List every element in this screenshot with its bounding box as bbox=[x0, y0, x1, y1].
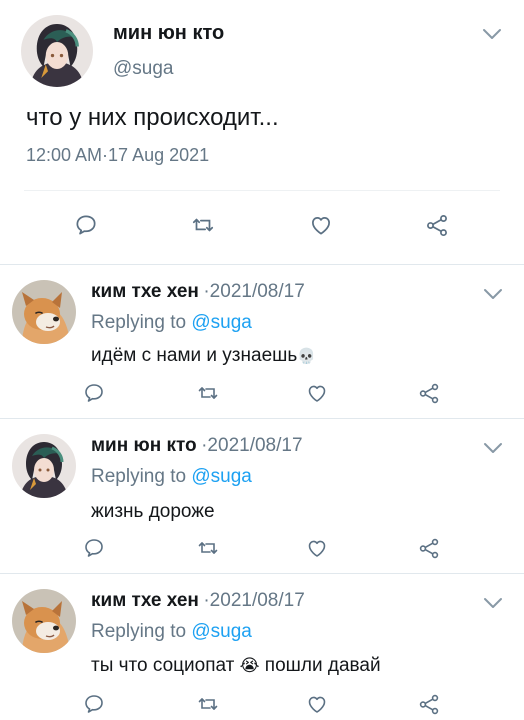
mention-link[interactable]: @suga bbox=[191, 621, 252, 642]
like-button[interactable] bbox=[308, 212, 334, 238]
author-name[interactable]: мин юн кто bbox=[113, 22, 224, 45]
reply-text: жизнь дороже bbox=[91, 501, 215, 522]
dog-avatar-icon bbox=[12, 280, 76, 344]
share-button[interactable] bbox=[417, 381, 443, 407]
reply-icon bbox=[82, 381, 106, 405]
tweet-text: что у них происходит... bbox=[26, 104, 279, 131]
retweet-button[interactable] bbox=[196, 692, 222, 718]
replying-label: Replying to bbox=[91, 466, 187, 487]
author-handle[interactable]: @suga bbox=[113, 58, 174, 80]
retweet-button[interactable] bbox=[196, 536, 222, 562]
share-icon bbox=[417, 381, 441, 405]
share-button[interactable] bbox=[417, 536, 443, 562]
reply-author-name[interactable]: мин юн кто bbox=[91, 435, 197, 456]
divider bbox=[0, 573, 524, 574]
share-icon bbox=[417, 536, 441, 560]
reply-text: идём с нами и узнаешь💀 bbox=[91, 345, 316, 367]
reply-icon bbox=[82, 692, 106, 716]
anime-character-avatar-icon bbox=[12, 434, 76, 498]
retweet-icon bbox=[190, 212, 216, 238]
avatar[interactable] bbox=[21, 15, 93, 87]
reply-body-end: пошли давай bbox=[264, 655, 381, 676]
retweet-button[interactable] bbox=[190, 212, 216, 238]
heart-icon bbox=[308, 212, 334, 238]
heart-icon bbox=[305, 536, 329, 560]
divider bbox=[0, 264, 524, 265]
reply-button[interactable] bbox=[82, 692, 108, 718]
avatar[interactable] bbox=[12, 589, 76, 653]
skull-emoji: 💀 bbox=[297, 348, 316, 365]
reply-date[interactable]: ·2021/08/17 bbox=[203, 590, 304, 611]
avatar[interactable] bbox=[12, 434, 76, 498]
replying-to: Replying to @suga bbox=[91, 466, 252, 488]
retweet-icon bbox=[196, 381, 220, 405]
retweet-button[interactable] bbox=[196, 381, 222, 407]
reply-header: мин юн кто ·2021/08/17 bbox=[91, 435, 303, 457]
mention-link[interactable]: @suga bbox=[191, 466, 252, 487]
reply-author-name[interactable]: ким тхе хен bbox=[91, 281, 199, 302]
share-button[interactable] bbox=[424, 212, 450, 238]
anime-character-avatar-icon bbox=[21, 15, 93, 87]
reply-date[interactable]: ·2021/08/17 bbox=[201, 435, 302, 456]
heart-icon bbox=[305, 381, 329, 405]
chevron-down-icon[interactable] bbox=[481, 27, 503, 41]
chevron-down-icon[interactable] bbox=[482, 441, 504, 455]
replying-to: Replying to @suga bbox=[91, 312, 252, 334]
reply-date[interactable]: ·2021/08/17 bbox=[203, 281, 304, 302]
reply-header: ким тхе хен ·2021/08/17 bbox=[91, 590, 305, 612]
share-icon bbox=[424, 212, 450, 238]
replying-label: Replying to bbox=[91, 621, 187, 642]
like-button[interactable] bbox=[305, 381, 331, 407]
reply-icon bbox=[82, 536, 106, 560]
replying-to: Replying to @suga bbox=[91, 621, 252, 643]
share-icon bbox=[417, 692, 441, 716]
mention-link[interactable]: @suga bbox=[191, 312, 252, 333]
divider bbox=[0, 418, 524, 419]
reply-button[interactable] bbox=[73, 212, 99, 238]
reply-button[interactable] bbox=[82, 381, 108, 407]
reply-icon bbox=[73, 212, 99, 238]
retweet-icon bbox=[196, 692, 220, 716]
retweet-icon bbox=[196, 536, 220, 560]
dog-avatar-icon bbox=[12, 589, 76, 653]
divider bbox=[24, 190, 500, 191]
reply-author-name[interactable]: ким тхе хен bbox=[91, 590, 199, 611]
crying-emoji: 😭 bbox=[239, 656, 260, 675]
reply-button[interactable] bbox=[82, 536, 108, 562]
like-button[interactable] bbox=[305, 692, 331, 718]
reply-body: идём с нами и узнаешь bbox=[91, 345, 298, 366]
share-button[interactable] bbox=[417, 692, 443, 718]
heart-icon bbox=[305, 692, 329, 716]
chevron-down-icon[interactable] bbox=[482, 596, 504, 610]
reply-header: ким тхе хен ·2021/08/17 bbox=[91, 281, 305, 303]
like-button[interactable] bbox=[305, 536, 331, 562]
reply-text: ты что социопат 😭 пошли давай bbox=[91, 655, 381, 677]
avatar[interactable] bbox=[12, 280, 76, 344]
chevron-down-icon[interactable] bbox=[482, 287, 504, 301]
tweet-timestamp[interactable]: 12:00 AM·17 Aug 2021 bbox=[26, 145, 209, 166]
reply-body: ты что социопат bbox=[91, 655, 235, 676]
replying-label: Replying to bbox=[91, 312, 187, 333]
